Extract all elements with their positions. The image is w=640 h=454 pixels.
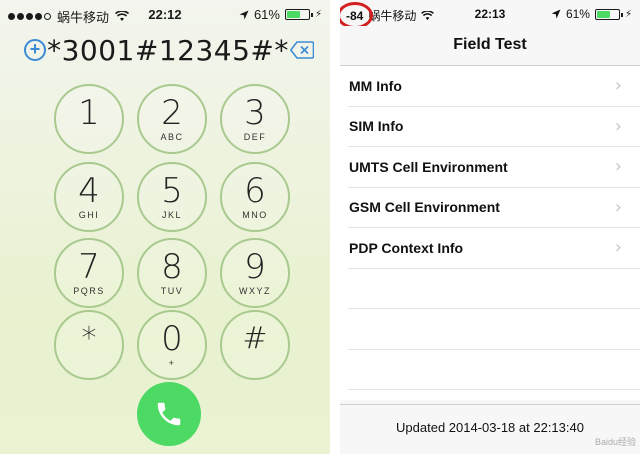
keypad-key[interactable]: 2 ABC — [137, 84, 207, 154]
keypad-key[interactable]: 4 GHI — [54, 162, 124, 232]
key-letters: PQRS — [73, 286, 105, 296]
list-item[interactable]: PDP Context Info › — [348, 228, 640, 269]
key-letters: MNO — [242, 210, 268, 220]
list-item-label: GSM Cell Environment — [349, 199, 500, 216]
list-item-label: UMTS Cell Environment — [349, 158, 508, 175]
keypad-key[interactable]: # — [220, 310, 290, 380]
key-letters: WXYZ — [239, 286, 271, 296]
location-arrow-icon — [551, 9, 561, 19]
key-digit: 0 — [161, 319, 183, 359]
dial-display: + *3001#12345#* — [24, 30, 314, 70]
empty-row — [348, 350, 640, 390]
keypad-key[interactable]: 3 DEF — [220, 84, 290, 154]
battery-icon — [284, 9, 313, 20]
key-digit: 6 — [244, 171, 266, 211]
chevron-right-icon: › — [614, 115, 622, 137]
watermark: Baidu经验 — [594, 437, 636, 447]
key-digit: 5 — [161, 171, 183, 211]
keypad-key[interactable]: 9 WXYZ — [220, 238, 290, 308]
page-title: Field Test — [340, 26, 640, 66]
key-letters: ABC — [160, 132, 184, 142]
charging-bolt-icon: ⚡ — [314, 9, 322, 20]
chevron-right-icon: › — [614, 156, 622, 178]
delete-backspace-icon[interactable] — [290, 41, 314, 59]
key-letters: + — [168, 358, 176, 368]
key-letters: GHI — [78, 210, 100, 220]
call-button[interactable] — [137, 382, 201, 446]
key-digit: 8 — [161, 247, 183, 287]
add-contact-icon[interactable]: + — [24, 39, 46, 61]
keypad-key[interactable]: 7 PQRS — [54, 238, 124, 308]
battery-icon — [594, 8, 623, 20]
key-digit: 4 — [78, 171, 100, 211]
empty-row — [348, 269, 640, 309]
list-item-label: PDP Context Info — [349, 239, 464, 256]
dialer-screen: 蜗牛移动 22:12 61% ⚡ + *3001#12345#* 1 2 ABC… — [0, 0, 330, 454]
dialed-number: *3001#12345#* — [47, 33, 289, 67]
chevron-right-icon: › — [614, 75, 622, 97]
empty-row — [348, 309, 640, 350]
list-item[interactable]: MM Info › — [348, 66, 640, 107]
phone-icon — [157, 402, 181, 426]
key-digit: 7 — [78, 247, 100, 287]
list-item[interactable]: GSM Cell Environment › — [348, 188, 640, 228]
keypad-key[interactable]: * — [54, 310, 124, 380]
key-digit: 2 — [161, 93, 183, 133]
keypad-key[interactable]: 5 JKL — [137, 162, 207, 232]
key-digit: 1 — [78, 93, 100, 133]
field-test-list: MM Info › SIM Info › UMTS Cell Environment › G… — [340, 66, 640, 400]
key-letters: TUV — [160, 286, 184, 296]
location-arrow-icon — [239, 10, 249, 19]
keypad-key[interactable]: 8 TUV — [137, 238, 207, 308]
status-bar: -84 蜗牛移动 22:13 61% ⚡ — [340, 0, 640, 29]
list-item[interactable]: UMTS Cell Environment › — [348, 147, 640, 188]
battery-percent: 61% — [253, 7, 280, 22]
keypad-key[interactable]: 0 + — [137, 310, 207, 380]
list-item[interactable]: SIM Info › — [348, 107, 640, 147]
key-letters: DEF — [243, 132, 267, 142]
charging-bolt-icon: ⚡ — [624, 8, 632, 20]
key-letters: JKL — [161, 210, 182, 220]
key-digit: * — [81, 321, 97, 356]
list-item-label: MM Info — [349, 77, 402, 94]
status-bar: 蜗牛移动 22:12 61% ⚡ — [0, 0, 330, 28]
list-item-label: SIM Info — [349, 118, 404, 135]
keypad-key[interactable]: 6 MNO — [220, 162, 290, 232]
divider — [330, 0, 340, 454]
battery-percent: 61% — [565, 7, 590, 21]
key-digit: 9 — [244, 247, 266, 287]
key-digit: 3 — [244, 93, 266, 133]
key-digit: # — [242, 321, 268, 356]
keypad-key[interactable]: 1 — [54, 84, 124, 154]
field-test-screen: -84 蜗牛移动 22:13 61% ⚡ Field Test MM Info ›… — [340, 0, 640, 454]
chevron-right-icon: › — [614, 237, 622, 259]
chevron-right-icon: › — [614, 196, 622, 218]
